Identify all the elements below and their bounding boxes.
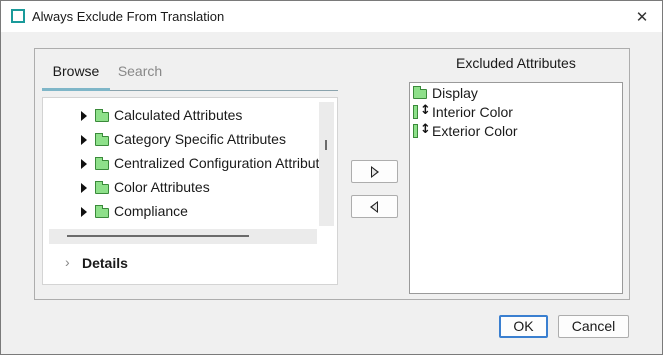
list-item-label: Display [432, 85, 478, 101]
app-icon [11, 9, 25, 23]
folder-icon [95, 133, 109, 146]
list-item-label: Exterior Color [432, 123, 518, 139]
ok-button[interactable]: OK [499, 315, 548, 338]
attribute-tree: Calculated Attributes Category Specific … [42, 97, 338, 285]
horizontal-scroll-thumb[interactable] [67, 235, 249, 237]
tab-divider [110, 90, 338, 91]
tab-strip: Browse Search [42, 58, 338, 91]
tree-item-label: Category Specific Attributes [114, 131, 286, 147]
expand-caret-icon[interactable] [81, 159, 87, 169]
chevron-right-icon: › [65, 254, 70, 270]
tab-browse[interactable]: Browse [42, 58, 110, 89]
move-left-icon [370, 201, 378, 213]
add-to-excluded-button[interactable] [351, 160, 398, 183]
list-item-label: Interior Color [432, 104, 513, 120]
move-right-icon [371, 166, 379, 178]
tree-item[interactable]: Calculated Attributes [43, 105, 319, 127]
tree-item-label: Centralized Configuration Attribute [114, 155, 319, 171]
expand-caret-icon[interactable] [81, 111, 87, 121]
tree-item[interactable]: Compliance [43, 201, 319, 223]
attribute-icon: ↕ [413, 122, 431, 138]
active-tab-indicator [42, 88, 110, 91]
attribute-icon: ↕ [413, 103, 431, 119]
vertical-scroll-thumb[interactable] [325, 140, 327, 150]
tree-item-label: Color Attributes [114, 179, 210, 195]
tree-item-label: Calculated Attributes [114, 107, 243, 123]
list-item[interactable]: Display [410, 84, 622, 103]
details-label: Details [82, 255, 128, 271]
excluded-attributes-heading: Excluded Attributes [456, 55, 576, 71]
dialog-window: Always Exclude From Translation ✕ Browse… [0, 0, 663, 355]
expand-caret-icon[interactable] [81, 207, 87, 217]
cancel-button[interactable]: Cancel [558, 315, 629, 338]
tree-item[interactable]: Color Attributes [43, 177, 319, 199]
dialog-title: Always Exclude From Translation [32, 9, 225, 24]
list-item[interactable]: ↕ Exterior Color [410, 122, 622, 141]
folder-icon [95, 205, 109, 218]
tree-item-label: Compliance [114, 203, 188, 219]
vertical-scrollbar[interactable] [319, 102, 334, 226]
tree-item[interactable]: Centralized Configuration Attribute [43, 153, 319, 175]
excluded-attributes-list: Display ↕ Interior Color ↕ Exterior Colo… [409, 82, 623, 294]
tab-search[interactable]: Search [110, 58, 170, 89]
close-icon: ✕ [635, 7, 649, 26]
close-button[interactable]: ✕ [622, 1, 662, 32]
folder-icon [413, 86, 427, 99]
list-item[interactable]: ↕ Interior Color [410, 103, 622, 122]
horizontal-scrollbar[interactable] [49, 229, 317, 244]
title-bar: Always Exclude From Translation ✕ [1, 1, 662, 32]
expand-caret-icon[interactable] [81, 183, 87, 193]
folder-icon [95, 109, 109, 122]
folder-icon [95, 157, 109, 170]
folder-icon [95, 181, 109, 194]
details-expander[interactable]: › Details [43, 252, 337, 276]
expand-caret-icon[interactable] [81, 135, 87, 145]
remove-from-excluded-button[interactable] [351, 195, 398, 218]
tree-item[interactable]: Category Specific Attributes [43, 129, 319, 151]
